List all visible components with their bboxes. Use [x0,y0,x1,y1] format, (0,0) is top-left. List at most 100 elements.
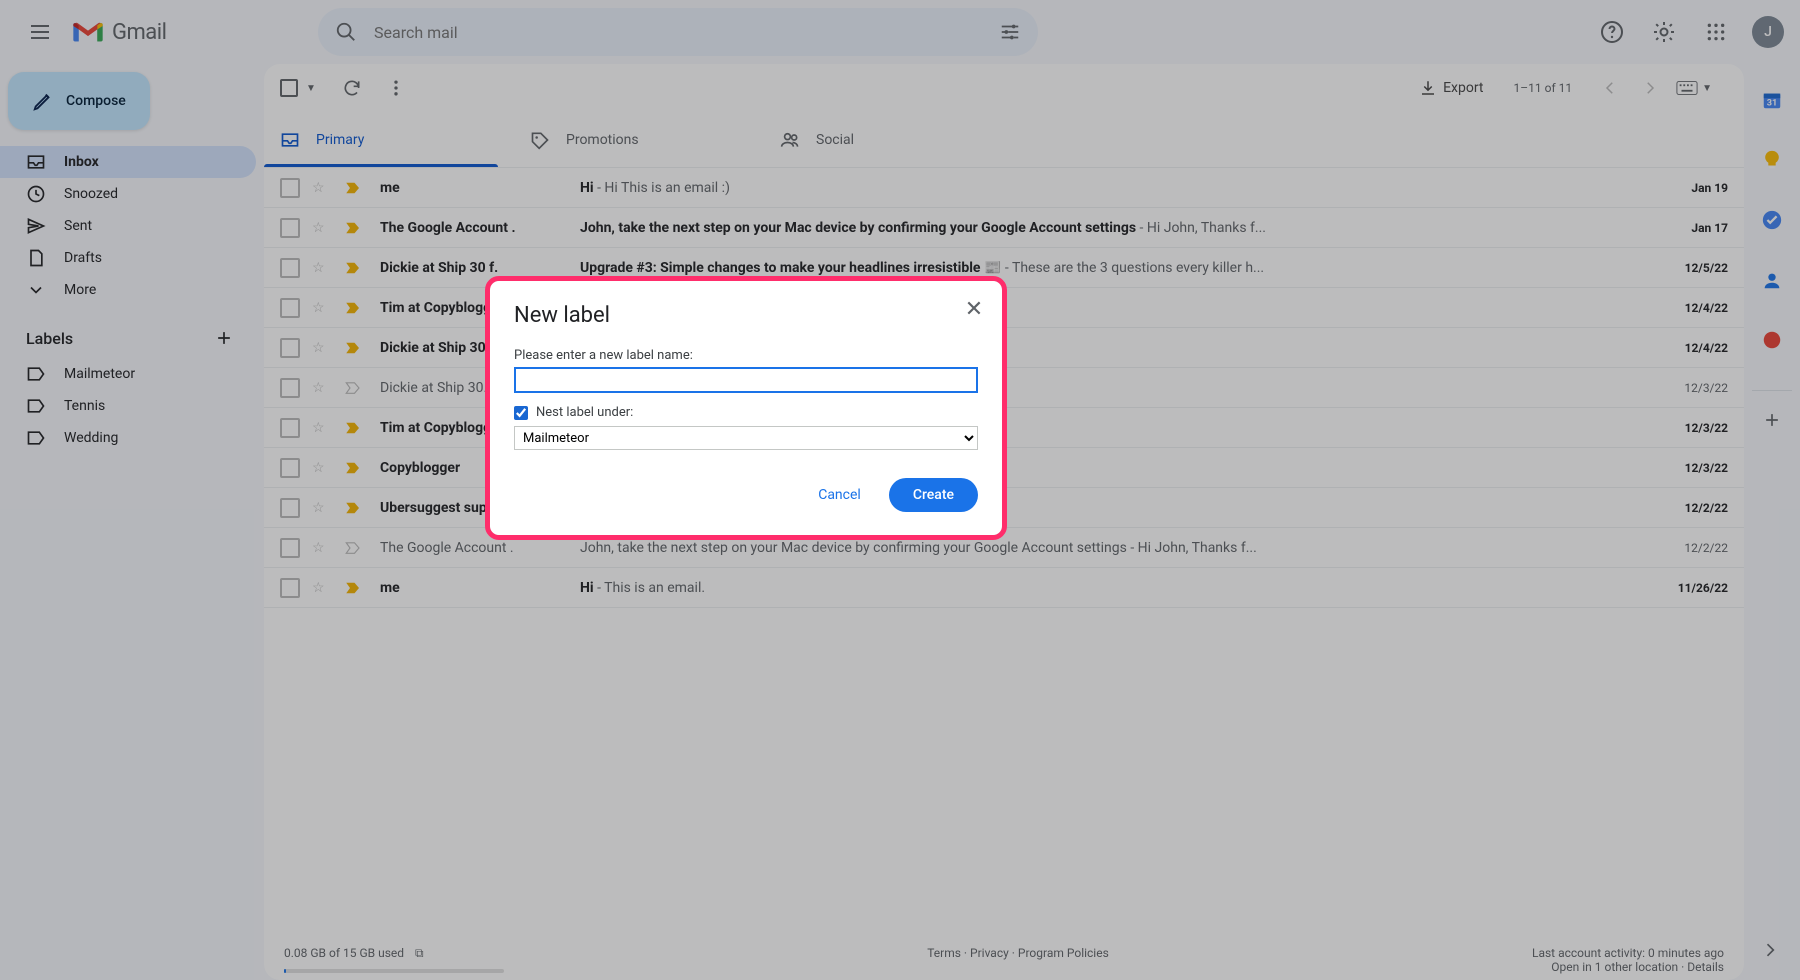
row-checkbox[interactable] [280,258,300,278]
plus-icon [1762,410,1782,430]
prev-page-button[interactable] [1592,70,1628,106]
add-label-button[interactable] [210,324,238,352]
chevron-down-icon: ▼ [1702,83,1712,94]
tab-promotions[interactable]: Promotions [514,112,764,167]
importance-marker[interactable] [344,299,364,317]
open-in-new-icon[interactable]: ⧉ [415,946,424,960]
contacts-addon[interactable] [1752,260,1792,300]
importance-marker[interactable] [344,579,364,597]
star-button[interactable]: ☆ [312,580,332,596]
sidebar-item-inbox[interactable]: Inbox [0,146,256,178]
star-button[interactable]: ☆ [312,300,332,316]
importance-marker[interactable] [344,459,364,477]
sidebar: Compose InboxSnoozedSentDraftsMore Label… [0,64,256,980]
row-checkbox[interactable] [280,498,300,518]
row-checkbox[interactable] [280,418,300,438]
row-checkbox[interactable] [280,458,300,478]
next-page-button[interactable] [1632,70,1668,106]
row-checkbox[interactable] [280,378,300,398]
create-button[interactable]: Create [889,478,978,512]
more-button[interactable] [376,68,416,108]
label-icon [26,428,46,448]
main-menu-button[interactable] [16,8,64,56]
toolbar: ▼ Export 1–11 of 11 ▼ [264,64,1744,112]
importance-marker[interactable] [344,379,364,397]
importance-marker[interactable] [344,339,364,357]
sidebar-item-snoozed[interactable]: Snoozed [0,178,256,210]
nest-label: Nest label under: [536,405,633,420]
star-button[interactable]: ☆ [312,540,332,556]
row-checkbox[interactable] [280,338,300,358]
row-checkbox[interactable] [280,578,300,598]
importance-marker[interactable] [344,419,364,437]
clock-icon [26,184,46,204]
search-button[interactable] [326,12,366,52]
star-button[interactable]: ☆ [312,340,332,356]
row-checkbox[interactable] [280,218,300,238]
sidebar-item-more[interactable]: More [0,274,256,306]
label-item-text: Tennis [64,398,105,414]
star-button[interactable]: ☆ [312,460,332,476]
star-button[interactable]: ☆ [312,500,332,516]
star-button[interactable]: ☆ [312,420,332,436]
more-vert-icon [386,78,406,98]
importance-marker[interactable] [344,539,364,557]
refresh-button[interactable] [332,68,372,108]
search-input[interactable] [374,23,982,42]
keep-addon[interactable] [1752,140,1792,180]
cancel-button[interactable]: Cancel [798,478,881,512]
sidebar-item-sent[interactable]: Sent [0,210,256,242]
details-link[interactable]: Details [1687,960,1724,974]
gmail-logo[interactable]: Gmail [72,20,310,45]
nest-checkbox[interactable] [514,406,528,420]
settings-button[interactable] [1640,8,1688,56]
star-button[interactable]: ☆ [312,180,332,196]
privacy-link[interactable]: Privacy [970,946,1009,960]
send-icon [26,216,46,236]
label-name-input[interactable] [514,367,978,393]
close-dialog-button[interactable]: ✕ [958,293,990,325]
search-bar[interactable] [318,8,1038,56]
star-button[interactable]: ☆ [312,220,332,236]
parent-label-select[interactable]: Mailmeteor [514,426,978,450]
dialog-title: New label [514,303,978,328]
row-checkbox[interactable] [280,178,300,198]
program-policies-link[interactable]: Program Policies [1018,946,1109,960]
search-options-button[interactable] [990,12,1030,52]
row-checkbox[interactable] [280,298,300,318]
support-button[interactable] [1588,8,1636,56]
row-checkbox[interactable] [280,538,300,558]
calendar-addon[interactable]: 31 [1752,80,1792,120]
tab-social[interactable]: Social [764,112,1014,167]
account-avatar[interactable]: J [1752,16,1784,48]
importance-marker[interactable] [344,499,364,517]
tasks-addon[interactable] [1752,200,1792,240]
label-item-mailmeteor[interactable]: Mailmeteor [0,358,256,390]
email-row[interactable]: ☆ me Hi - This is an email. 11/26/22 [264,568,1744,608]
sidebar-item-drafts[interactable]: Drafts [0,242,256,274]
export-label: Export [1443,80,1483,96]
compose-button[interactable]: Compose [8,72,150,130]
date: 12/3/22 [1658,421,1728,435]
star-button[interactable]: ☆ [312,260,332,276]
apps-button[interactable] [1692,8,1740,56]
addon-5[interactable] [1752,320,1792,360]
export-button[interactable]: Export [1409,73,1493,103]
label-item-tennis[interactable]: Tennis [0,390,256,422]
get-addons-button[interactable] [1752,390,1792,430]
importance-marker[interactable] [344,179,364,197]
label-item-wedding[interactable]: Wedding [0,422,256,454]
date: 12/3/22 [1658,381,1728,395]
select-all-checkbox[interactable] [280,79,298,97]
importance-marker[interactable] [344,219,364,237]
input-tools-button[interactable]: ▼ [1672,80,1728,96]
star-button[interactable]: ☆ [312,380,332,396]
email-row[interactable]: ☆ me Hi - Hi This is an email :) Jan 19 [264,168,1744,208]
tab-primary[interactable]: Primary [264,112,514,167]
select-dropdown[interactable]: ▼ [306,83,316,94]
terms-link[interactable]: Terms [927,946,961,960]
hide-side-panel[interactable] [1754,934,1786,966]
date: 12/4/22 [1658,301,1728,315]
email-row[interactable]: ☆ The Google Account . John, take the ne… [264,208,1744,248]
importance-marker[interactable] [344,259,364,277]
